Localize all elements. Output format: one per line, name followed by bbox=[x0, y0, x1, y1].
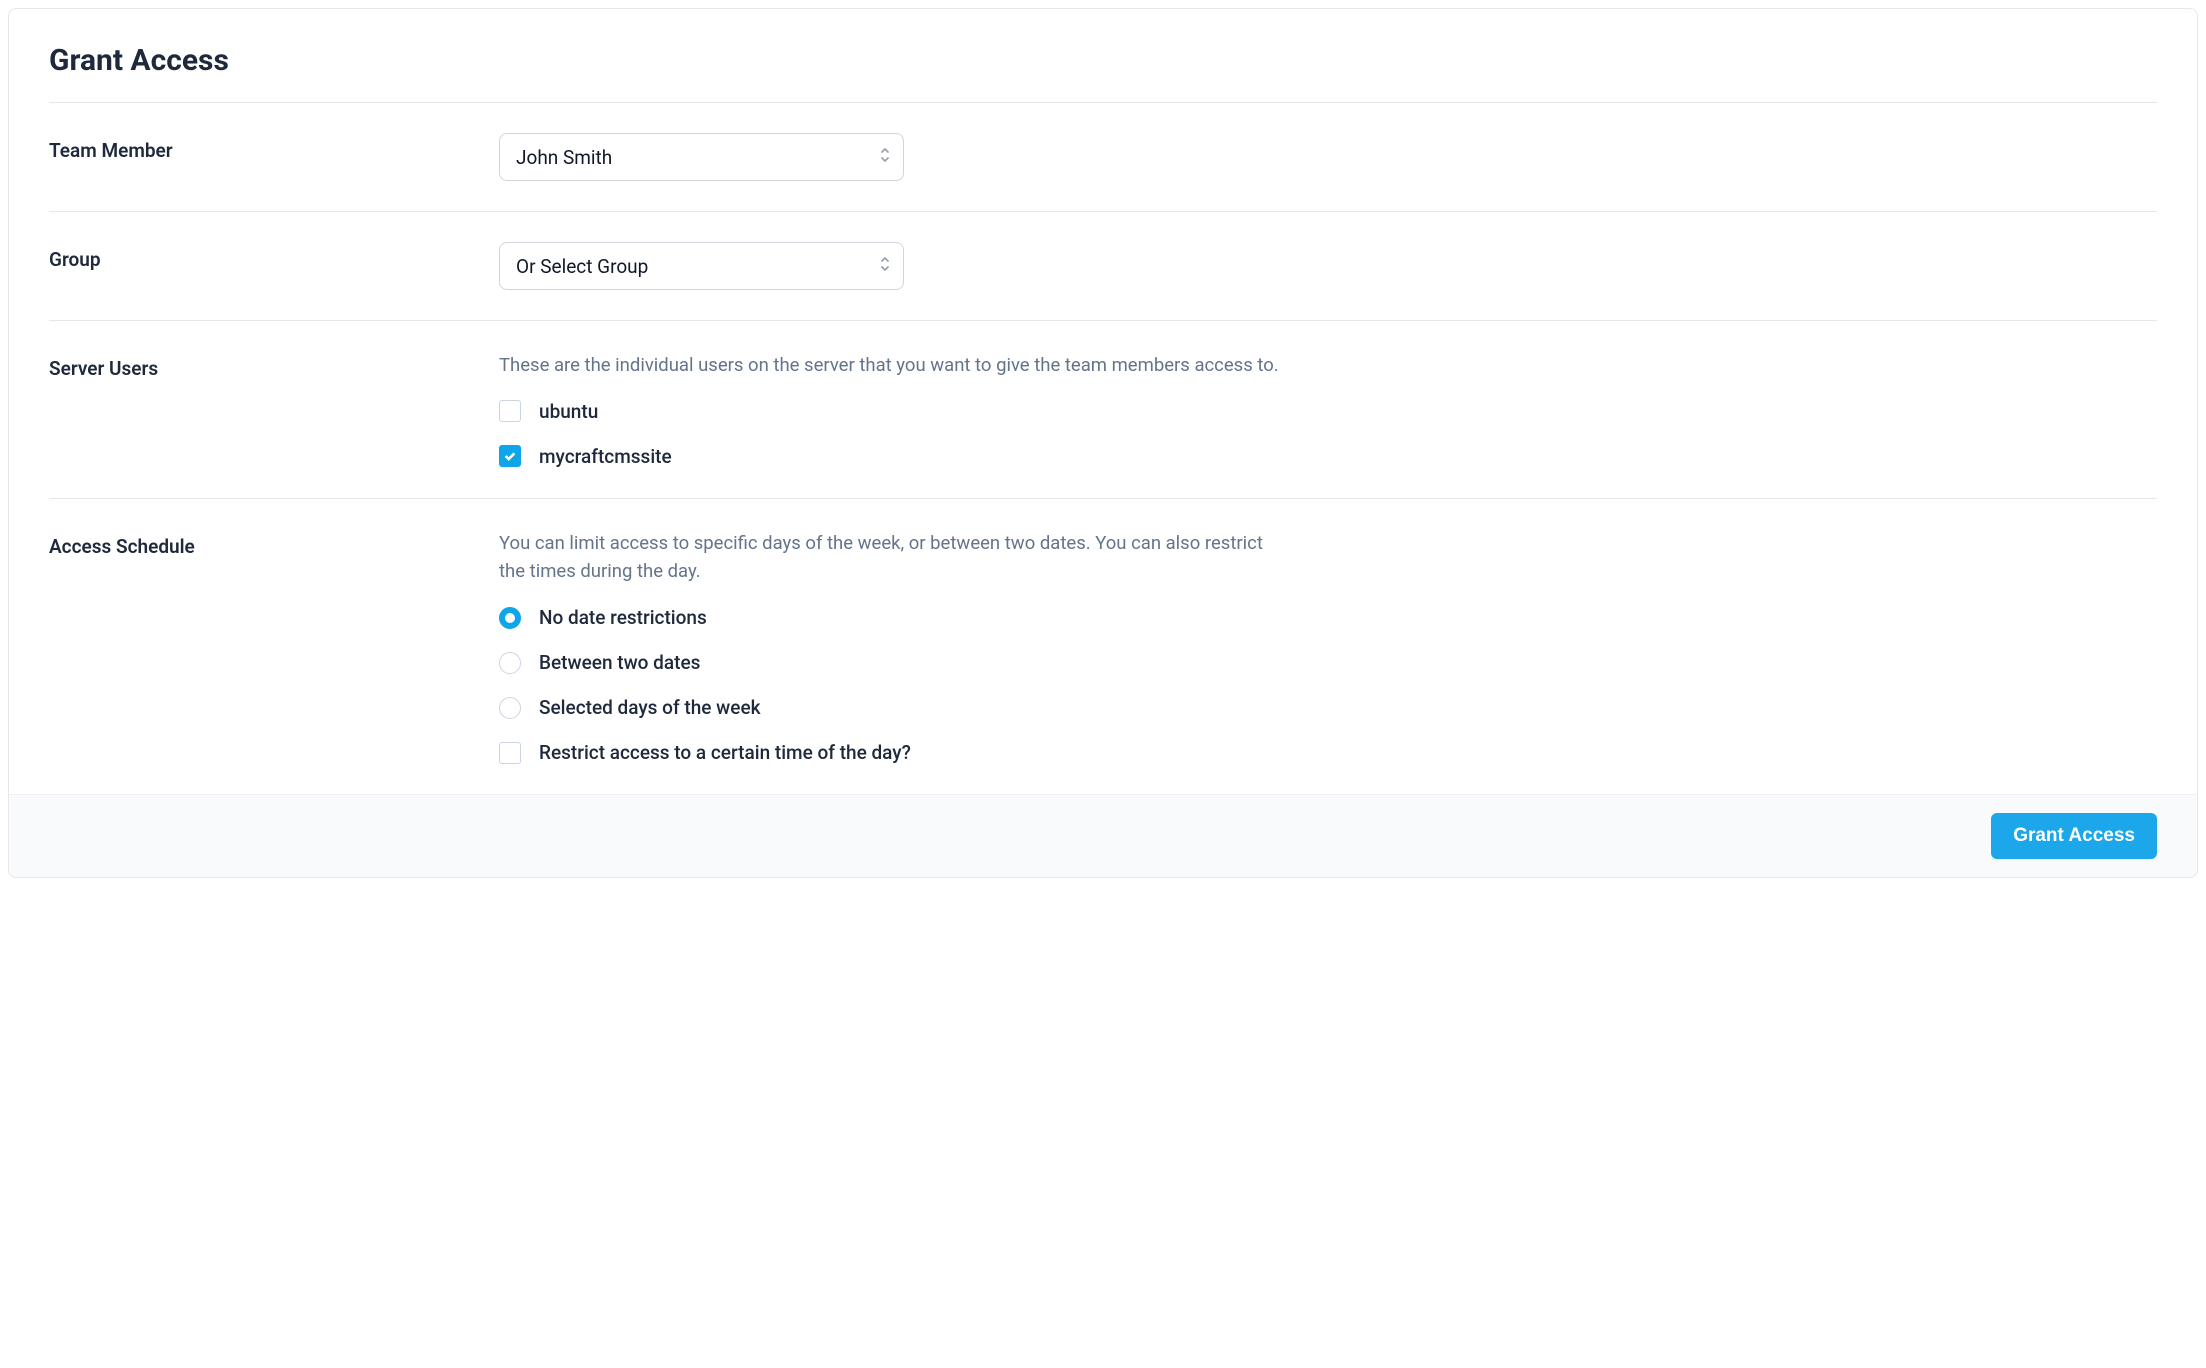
group-row: Group Or Select Group bbox=[9, 212, 2197, 320]
schedule-radio-selected-days: Selected days of the week bbox=[499, 696, 1279, 719]
team-member-select[interactable]: John Smith bbox=[499, 133, 904, 181]
page-title: Grant Access bbox=[49, 43, 2157, 78]
label-col: Team Member bbox=[49, 133, 499, 181]
access-schedule-row: Access Schedule You can limit access to … bbox=[9, 499, 2197, 794]
server-user-checkbox-mycraftcmssite[interactable] bbox=[499, 445, 521, 467]
server-users-label: Server Users bbox=[49, 357, 158, 380]
server-user-label: mycraftcmssite bbox=[539, 445, 672, 468]
schedule-radio-button-selected-days[interactable] bbox=[499, 697, 521, 719]
restrict-time-checkbox[interactable] bbox=[499, 742, 521, 764]
server-user-checkbox-ubuntu[interactable] bbox=[499, 400, 521, 422]
access-schedule-label: Access Schedule bbox=[49, 535, 195, 558]
restrict-time-label: Restrict access to a certain time of the… bbox=[539, 741, 911, 764]
server-user-label: ubuntu bbox=[539, 400, 598, 423]
team-member-select-display[interactable]: John Smith bbox=[499, 133, 904, 181]
card-footer: Grant Access bbox=[9, 794, 2197, 877]
label-col: Server Users bbox=[49, 351, 499, 468]
input-col: These are the individual users on the se… bbox=[499, 351, 1279, 468]
restrict-time-option: Restrict access to a certain time of the… bbox=[499, 741, 1279, 764]
grant-access-button[interactable]: Grant Access bbox=[1991, 813, 2157, 859]
label-col: Access Schedule bbox=[49, 529, 499, 764]
input-col: You can limit access to specific days of… bbox=[499, 529, 1279, 764]
server-users-row: Server Users These are the individual us… bbox=[9, 321, 2197, 498]
schedule-radio-label: Between two dates bbox=[539, 651, 700, 674]
team-member-label: Team Member bbox=[49, 139, 173, 162]
input-col: Or Select Group bbox=[499, 242, 1279, 290]
grant-access-card: Grant Access Team Member John Smith Grou… bbox=[8, 8, 2198, 878]
schedule-radio-label: Selected days of the week bbox=[539, 696, 761, 719]
schedule-radio-between-dates: Between two dates bbox=[499, 651, 1279, 674]
server-user-option-mycraftcmssite: mycraftcmssite bbox=[499, 445, 1279, 468]
group-select[interactable]: Or Select Group bbox=[499, 242, 904, 290]
group-select-display[interactable]: Or Select Group bbox=[499, 242, 904, 290]
server-users-help: These are the individual users on the se… bbox=[499, 351, 1279, 380]
schedule-radio-no-restrictions: No date restrictions bbox=[499, 606, 1279, 629]
schedule-radio-button-between-dates[interactable] bbox=[499, 652, 521, 674]
input-col: John Smith bbox=[499, 133, 1279, 181]
access-schedule-help: You can limit access to specific days of… bbox=[499, 529, 1279, 586]
card-header: Grant Access bbox=[9, 9, 2197, 102]
schedule-radio-button-no-restrictions[interactable] bbox=[499, 607, 521, 629]
label-col: Group bbox=[49, 242, 499, 290]
group-label: Group bbox=[49, 248, 101, 271]
team-member-row: Team Member John Smith bbox=[9, 103, 2197, 211]
server-user-option-ubuntu: ubuntu bbox=[499, 400, 1279, 423]
schedule-radio-label: No date restrictions bbox=[539, 606, 707, 629]
